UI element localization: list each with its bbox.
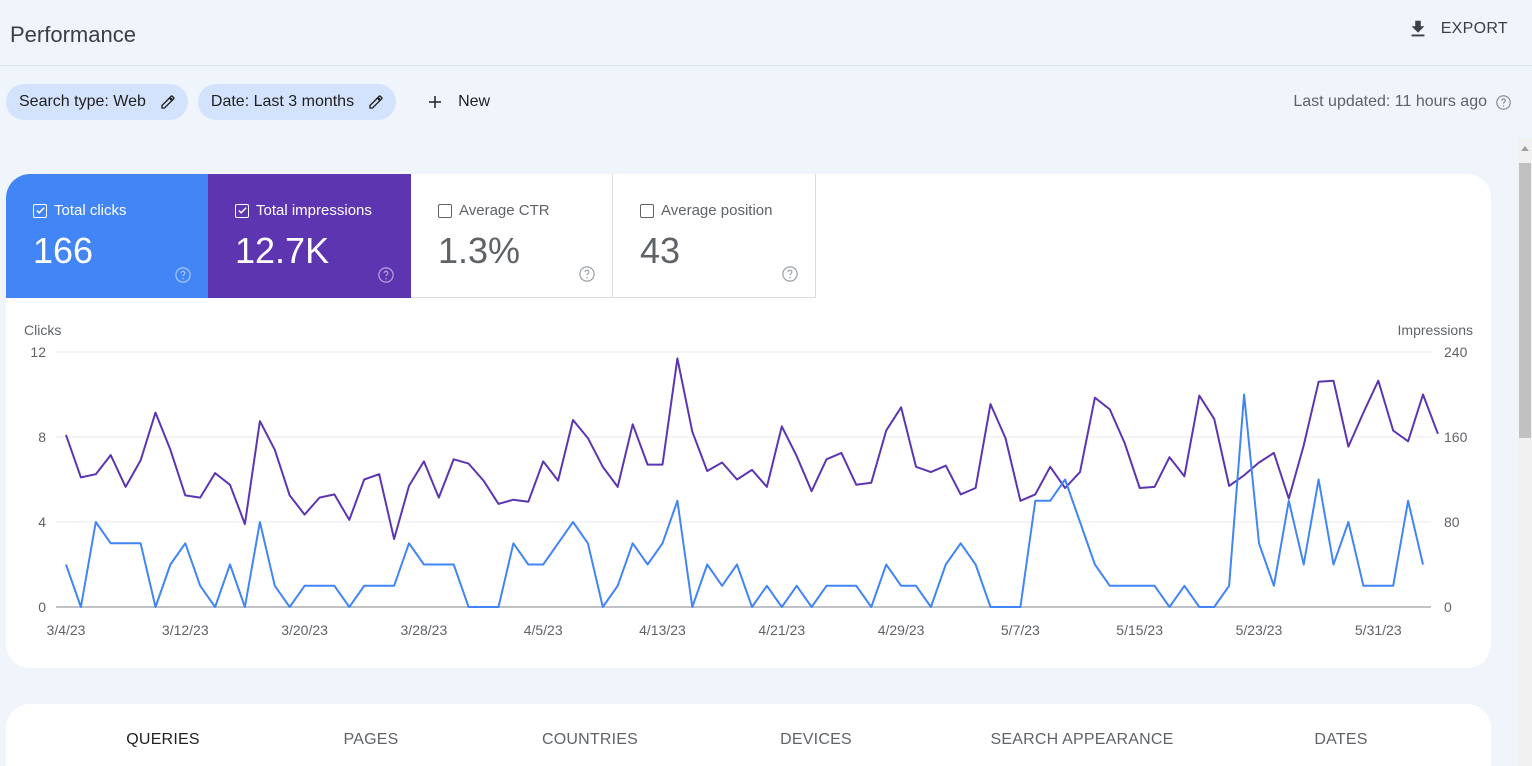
tab-pages[interactable]: PAGES [344,731,399,749]
y-right-tick-label: 240 [1444,344,1468,360]
x-tick-label: 5/23/23 [1236,622,1283,638]
new-filter-label: New [458,93,491,110]
x-tick-label: 3/28/23 [401,622,448,638]
help-icon[interactable] [174,266,192,284]
metric-value: 43 [640,230,681,271]
x-tick-label: 3/20/23 [281,622,328,638]
x-tick-label: 5/15/23 [1116,622,1163,638]
metric-tiles: Total clicks 166 Total impressions 12.7K… [6,174,1491,298]
help-icon[interactable] [377,266,395,284]
x-tick-label: 5/7/23 [1001,622,1040,638]
x-tick-label: 3/4/23 [47,622,86,638]
help-icon[interactable] [1495,94,1512,111]
metric-total-impressions[interactable]: Total impressions 12.7K [208,174,411,298]
metric-label: Total impressions [256,202,372,219]
help-icon[interactable] [578,265,596,283]
edit-pencil-icon [369,95,383,109]
checkbox-unchecked-icon[interactable] [640,203,654,218]
export-label: EXPORT [1440,20,1508,37]
edit-pencil-icon [161,95,175,109]
page-title: Performance [10,22,136,47]
y-left-tick-label: 12 [30,344,46,360]
tab-queries[interactable]: QUERIES [126,731,199,749]
x-tick-label: 4/13/23 [639,622,686,638]
chip-label: Search type: Web [19,93,146,110]
search-type-filter-chip[interactable]: Search type: Web [6,84,188,120]
metric-total-clicks[interactable]: Total clicks 166 [6,174,208,298]
x-tick-label: 4/5/23 [524,622,563,638]
y-right-tick-label: 160 [1444,429,1468,445]
checkbox-checked-icon[interactable] [33,203,47,218]
y-left-tick-label: 4 [38,514,46,530]
metric-value: 166 [33,230,94,271]
scrollbar-thumb[interactable] [1519,163,1531,438]
plus-icon [429,96,442,108]
y-left-tick-label: 0 [38,599,46,615]
x-tick-label: 4/29/23 [878,622,925,638]
filter-bar: Search type: Web Date: Last 3 months New [6,84,502,120]
series-line-impressions [65,357,1439,540]
y-right-axis-title: Impressions [1398,322,1473,338]
last-updated-text: Last updated: 11 hours ago [1293,93,1487,110]
metric-average-ctr[interactable]: Average CTR 1.3% [411,174,613,298]
scroll-up-arrow-icon[interactable] [1521,146,1529,151]
date-filter-chip[interactable]: Date: Last 3 months [197,84,397,120]
metric-average-position[interactable]: Average position 43 [613,174,816,298]
metric-value: 12.7K [235,230,330,271]
page-header: Performance EXPORT [0,0,1532,66]
y-right-tick-label: 0 [1444,599,1452,615]
y-left-axis-title: Clicks [24,322,61,338]
checkbox-checked-icon[interactable] [235,203,249,218]
tab-countries[interactable]: COUNTRIES [542,731,638,749]
download-icon [1411,20,1425,37]
checkbox-unchecked-icon[interactable] [438,203,452,218]
tab-devices[interactable]: DEVICES [780,731,852,749]
y-left-tick-label: 8 [38,429,46,445]
last-updated: Last updated: 11 hours ago [1293,93,1512,111]
performance-card: Total clicks 166 Total impressions 12.7K… [6,174,1491,668]
metric-label: Average position [661,202,773,219]
vertical-scrollbar[interactable] [1518,138,1532,766]
new-filter-button[interactable]: New [406,84,502,120]
tab-search-appearance[interactable]: SEARCH APPEARANCE [990,731,1173,749]
x-tick-label: 4/21/23 [758,622,805,638]
help-icon[interactable] [781,265,799,283]
y-right-tick-label: 80 [1444,514,1460,530]
dimension-tabs: QUERIES PAGES COUNTRIES DEVICES SEARCH A… [6,704,1491,766]
metric-label: Average CTR [459,202,550,219]
chip-label: Date: Last 3 months [210,93,355,110]
series-line-clicks [65,393,1424,608]
tab-dates[interactable]: DATES [1314,731,1367,749]
performance-chart[interactable]: Clicks Impressions 0 4 8 12 0 80 160 240 3/4/23 3… [6,298,1491,668]
x-tick-label: 5/31/23 [1355,622,1402,638]
export-button[interactable]: EXPORT [1407,18,1508,40]
chart-svg: Clicks Impressions 0 4 8 12 0 80 160 240 3/4/23 3… [24,322,1473,638]
x-tick-label: 3/12/23 [162,622,209,638]
metric-value: 1.3% [438,230,521,271]
metric-label: Total clicks [54,202,127,219]
